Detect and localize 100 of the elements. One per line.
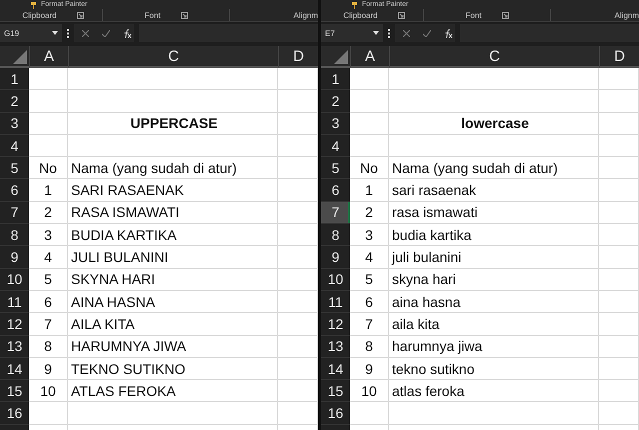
table-cell: No (350, 157, 389, 180)
dialog-launcher-icon[interactable] (398, 12, 405, 18)
row-header[interactable]: 11 (321, 290, 350, 314)
table-cell: AINA HASNA (68, 290, 278, 314)
table-cell: 2 (29, 202, 68, 224)
row-header[interactable]: 12 (321, 313, 350, 336)
row-header[interactable]: 4 (0, 134, 29, 158)
table-cell: 7 (350, 313, 389, 336)
table-cell: aina hasna (389, 290, 599, 314)
row-header[interactable]: 15 (321, 380, 350, 402)
dropdown-caret-icon[interactable] (52, 31, 58, 35)
dialog-launcher-icon[interactable] (502, 12, 508, 18)
group-label: Font (465, 10, 482, 20)
table-cell: skyna hari (389, 268, 599, 291)
function-icon[interactable] (444, 28, 453, 38)
table-cell: juli bulanini (389, 246, 599, 269)
row-header[interactable]: 5 (321, 157, 350, 180)
row-header[interactable]: 13 (321, 336, 350, 358)
row-header[interactable]: 7 (321, 202, 350, 224)
cancel-icon[interactable] (403, 30, 410, 36)
name-box[interactable]: G19 (0, 24, 62, 42)
table-cell: 6 (350, 290, 389, 314)
brush-icon[interactable] (351, 0, 359, 8)
group-label: Alignm (614, 10, 639, 20)
table-cell: AILA KITA (68, 313, 278, 336)
check-icon[interactable] (102, 30, 110, 36)
row-header[interactable]: 13 (0, 336, 29, 358)
corner-triangle-icon[interactable] (334, 50, 348, 64)
table-cell: sari rasaenak (389, 179, 599, 202)
function-icon[interactable] (123, 28, 132, 38)
table-cell: 6 (29, 290, 68, 314)
column-header[interactable]: D (599, 46, 639, 68)
table-cell: 5 (29, 268, 68, 291)
table-cell: Nama (yang sudah di atur) (68, 157, 278, 180)
row-header[interactable]: 14 (0, 358, 29, 380)
row-header[interactable]: 9 (0, 246, 29, 269)
dialog-launcher-icon[interactable] (180, 12, 188, 18)
row-header[interactable]: 2 (0, 90, 29, 113)
table-cell: JULI BULANINI (68, 246, 278, 269)
table-cell: HARUMNYA JIWA (68, 336, 278, 358)
row-header[interactable]: 3 (321, 112, 350, 135)
column-header[interactable]: A (29, 46, 68, 68)
table-cell: atlas feroka (389, 380, 599, 402)
row-header[interactable]: 16 (0, 402, 29, 425)
row-header[interactable]: 6 (321, 179, 350, 202)
table-cell: 9 (29, 358, 68, 380)
table-cell: 3 (350, 224, 389, 246)
row-header[interactable]: 15 (0, 380, 29, 402)
row-header[interactable]: 3 (0, 112, 29, 135)
table-cell: budia kartika (389, 224, 599, 246)
table-cell: SARI RASAENAK (68, 179, 278, 202)
row-header[interactable]: 2 (321, 90, 350, 113)
dropdown-caret-icon[interactable] (373, 31, 379, 35)
table-cell: 7 (29, 313, 68, 336)
row-header[interactable]: 10 (321, 268, 350, 291)
row-header[interactable]: 8 (0, 224, 29, 246)
select-all-button[interactable] (0, 46, 29, 68)
table-cell: 2 (350, 202, 389, 224)
row-header[interactable]: 5 (0, 157, 29, 180)
corner-triangle-icon[interactable] (13, 50, 27, 64)
table-cell: tekno sutikno (389, 358, 599, 380)
row-header[interactable]: 6 (0, 179, 29, 202)
dialog-launcher-icon[interactable] (76, 12, 84, 18)
row-header[interactable]: 4 (321, 134, 350, 158)
group-label: Alignm (294, 10, 318, 20)
table-title: lowercase (389, 112, 599, 135)
table-cell: Nama (yang sudah di atur) (389, 157, 599, 180)
group-label: Clipboard (343, 10, 378, 20)
row-header[interactable]: 7 (0, 202, 29, 224)
row-header[interactable]: 1 (321, 68, 350, 90)
table-cell: 4 (29, 246, 68, 269)
check-icon[interactable] (423, 30, 431, 36)
table-cell: RASA ISMAWATI (68, 202, 278, 224)
table-cell: SKYNA HARI (68, 268, 278, 291)
brush-icon[interactable] (30, 0, 38, 8)
select-all-button[interactable] (321, 46, 350, 68)
group-label: Clipboard (22, 10, 57, 20)
column-header[interactable]: C (389, 46, 599, 68)
row-header[interactable]: 9 (321, 246, 350, 269)
row-header[interactable]: 12 (0, 313, 29, 336)
row-header[interactable]: 10 (0, 268, 29, 291)
row-header[interactable]: 8 (321, 224, 350, 246)
table-cell: TEKNO SUTIKNO (68, 358, 278, 380)
column-header[interactable]: C (68, 46, 278, 68)
cancel-icon[interactable] (82, 30, 89, 36)
column-header[interactable]: D (278, 46, 318, 68)
row-header[interactable]: 11 (0, 290, 29, 314)
name-box[interactable]: E7 (321, 24, 383, 42)
table-cell: ATLAS FEROKA (68, 380, 278, 402)
row-header[interactable]: 16 (321, 402, 350, 425)
row-header[interactable]: 1 (0, 68, 29, 90)
table-cell: 10 (29, 380, 68, 402)
table-cell: 8 (29, 336, 68, 358)
table-cell: 3 (29, 224, 68, 246)
column-header[interactable]: A (350, 46, 389, 68)
row-header[interactable]: 14 (321, 358, 350, 380)
table-cell: 1 (350, 179, 389, 202)
formula-input[interactable] (139, 24, 318, 42)
table-cell: 4 (350, 246, 389, 269)
table-cell: No (29, 157, 68, 180)
